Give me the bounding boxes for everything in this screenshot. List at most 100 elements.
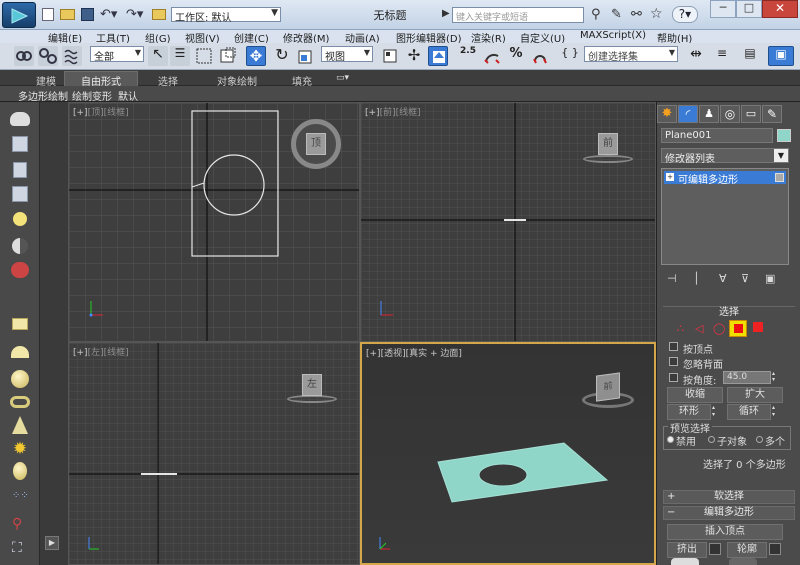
make-unique-icon[interactable]: ∀ (719, 272, 727, 285)
viewport-top-label[interactable]: [+][顶][线框] (73, 105, 129, 118)
select-object-icon[interactable]: ↖ (148, 46, 168, 66)
edit-named-selection-icon[interactable]: { } (560, 46, 580, 66)
checklist-icon[interactable] (12, 136, 28, 152)
viewport-left[interactable]: [+][左][线框] 左 (68, 342, 360, 565)
insert-vertex-button[interactable]: 插入顶点 (667, 524, 783, 540)
viewcube-perspective[interactable]: 前 (580, 370, 636, 410)
extrude-button[interactable]: 挤出 (667, 542, 707, 558)
workspace-dropdown[interactable]: 工作区: 默认 ▼ (171, 7, 281, 24)
sun-light-icon[interactable]: ✹ (11, 440, 29, 458)
save-icon[interactable] (81, 8, 94, 21)
tab-freeform[interactable]: 自由形式 (64, 71, 138, 88)
search-expand-icon[interactable]: ▶ (442, 8, 450, 19)
pin-stack-icon[interactable]: ⊣ (667, 272, 677, 285)
create-tab-icon[interactable]: ✸ (657, 105, 677, 123)
rectangular-selection-icon[interactable] (194, 46, 214, 66)
reference-coord-dropdown[interactable]: 视图 ▼ (321, 46, 373, 63)
open-file-icon[interactable] (60, 9, 75, 20)
new-file-icon[interactable] (42, 8, 54, 21)
snaps-toggle-icon[interactable]: 2.5 (458, 46, 478, 66)
bevel-icon[interactable] (671, 558, 699, 565)
ring-spinner[interactable]: ▴ ▾ (712, 404, 721, 420)
search-input[interactable]: 键入关键字或短语 (452, 7, 584, 23)
viewcube-left[interactable]: 左 (287, 371, 337, 407)
grid-table-icon[interactable] (12, 186, 28, 202)
app-logo-button[interactable] (2, 2, 36, 28)
edit-polygons-rollout-header[interactable]: − 编辑多边形 (663, 506, 795, 520)
outline-settings-icon[interactable] (769, 543, 781, 555)
object-color-swatch[interactable] (777, 129, 791, 142)
pivot-point-icon[interactable] (380, 46, 400, 66)
viewport-front-label[interactable]: [+][前][线框] (365, 105, 421, 118)
by-vertex-checkbox[interactable] (669, 342, 678, 351)
communication-icon[interactable]: ⚯ (631, 7, 642, 22)
bone-icon[interactable]: ⚲ (12, 516, 28, 532)
maximize-button[interactable]: □ (736, 0, 762, 18)
remove-modifier-icon[interactable]: ⊽ (741, 272, 749, 285)
teapot-icon[interactable] (10, 112, 30, 126)
stack-item-editable-poly[interactable]: + 可编辑多边形 (664, 171, 786, 186)
border-mode-icon[interactable]: ◯ (713, 322, 725, 335)
by-angle-checkbox[interactable] (669, 373, 678, 382)
sphere-half-icon[interactable] (12, 238, 28, 254)
tab-modeling[interactable]: 建模 (36, 73, 56, 88)
percent-snap-icon[interactable]: % (506, 46, 526, 66)
unlink-icon[interactable] (38, 46, 58, 66)
select-manipulate-icon[interactable]: ✢ (404, 46, 424, 66)
mirror-icon[interactable]: ⇹ (686, 46, 706, 66)
inset-icon[interactable] (729, 558, 757, 565)
subtab-paint-deform[interactable]: 绘制变形 (72, 88, 112, 103)
ribbon-options-icon[interactable]: ▭▾ (336, 73, 356, 83)
bind-spacewarp-icon[interactable] (62, 46, 82, 66)
selection-filter-dropdown[interactable]: 全部 ▼ (90, 46, 144, 63)
render-setup-icon[interactable]: ▣ (768, 46, 794, 66)
helper-icon[interactable]: ⛶ (12, 540, 28, 556)
redo-icon[interactable]: ↷▾ (126, 7, 146, 22)
render-teapot-icon[interactable] (11, 262, 29, 278)
move-icon[interactable]: ✥ (246, 46, 266, 66)
undo-icon[interactable]: ↶▾ (100, 7, 120, 22)
vertex-mode-icon[interactable]: ∴ (677, 322, 684, 335)
ignore-backfacing-checkbox[interactable] (669, 357, 678, 366)
stack-item-toggle[interactable] (775, 173, 784, 182)
extrude-settings-icon[interactable] (709, 543, 721, 555)
configure-modifier-icon[interactable]: ▣ (765, 272, 775, 285)
egg-primitive-icon[interactable] (13, 462, 27, 480)
subtab-defaults[interactable]: 默认 (118, 88, 138, 103)
cone-primitive-icon[interactable] (12, 416, 28, 434)
object-name-field[interactable]: Plane001 (661, 128, 773, 143)
select-by-name-icon[interactable]: ☰ (170, 46, 190, 66)
utilities-tab-icon[interactable]: ✎ (762, 105, 782, 123)
viewcube-front[interactable]: 前 (583, 129, 633, 165)
select-link-icon[interactable] (14, 46, 34, 66)
shrink-button[interactable]: 收缩 (667, 387, 723, 403)
hierarchy-tab-icon[interactable]: ♟ (699, 105, 719, 123)
element-mode-icon[interactable] (753, 322, 763, 332)
minimize-button[interactable]: ─ (710, 0, 736, 18)
loop-button[interactable]: 循环 (727, 404, 771, 420)
angle-snap-icon[interactable] (482, 46, 502, 66)
polygon-mode-icon[interactable] (729, 320, 747, 337)
document-icon[interactable] (13, 162, 27, 178)
angle-spinner[interactable]: 45.0 (723, 371, 771, 384)
display-tab-icon[interactable]: ▭ (741, 105, 761, 123)
selection-rollout-header[interactable]: 选择 (663, 306, 795, 320)
tab-selection[interactable]: 选择 (158, 73, 178, 88)
expand-arrow-icon[interactable]: ▶ (45, 536, 59, 550)
dome-primitive-icon[interactable] (11, 346, 29, 358)
torus-primitive-icon[interactable] (10, 396, 30, 408)
tab-object-paint[interactable]: 对象绘制 (217, 73, 257, 88)
edge-mode-icon[interactable]: ◁ (695, 322, 703, 335)
project-folder-icon[interactable] (152, 9, 166, 20)
wrench-icon[interactable]: ✎ (611, 7, 622, 22)
subtab-poly-draw[interactable]: 多边形绘制 (18, 88, 68, 103)
loop-spinner[interactable]: ▴ ▾ (772, 404, 781, 420)
viewport-left-label[interactable]: [+][左][线框] (73, 345, 129, 358)
radio-disabled[interactable] (667, 436, 674, 443)
ring-button[interactable]: 环形 (667, 404, 711, 420)
star-icon[interactable]: ☆ (650, 6, 663, 22)
scale-icon[interactable] (296, 46, 316, 66)
sphere-primitive-icon[interactable] (11, 370, 29, 388)
tab-populate[interactable]: 填充 (292, 73, 312, 88)
modifier-list-dropdown[interactable]: 修改器列表 ▼ (661, 148, 789, 165)
